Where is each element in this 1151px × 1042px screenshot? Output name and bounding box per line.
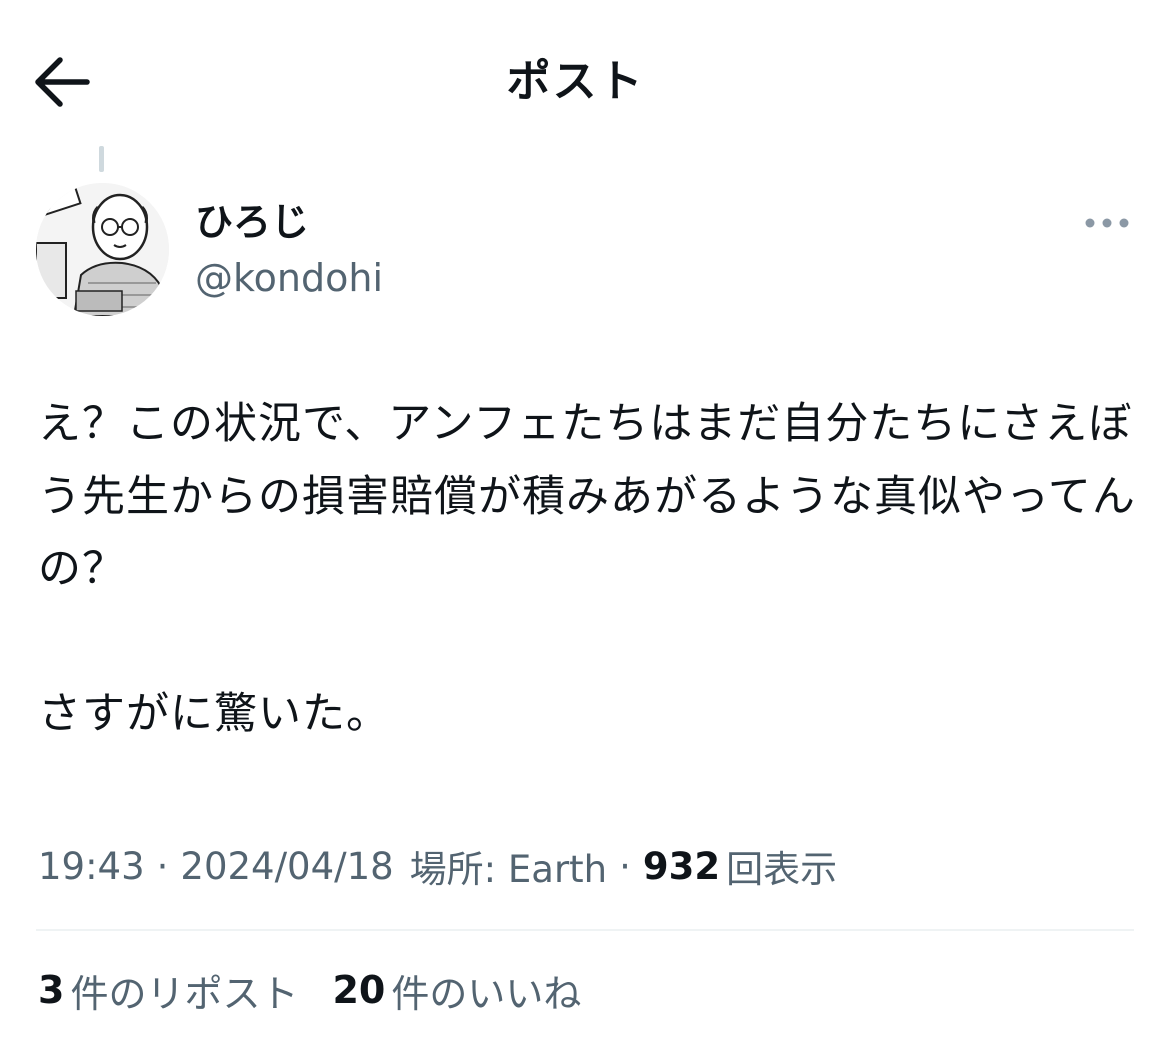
likes-label: 件のいいね [391, 971, 582, 1016]
likes-stat[interactable]: 20 件のいいね [332, 963, 581, 1018]
post-date[interactable]: 2024/04/18 [180, 845, 393, 888]
reposts-stat[interactable]: 3 件のリポスト [38, 963, 298, 1018]
thread-connector-line [99, 146, 104, 172]
author-display-name[interactable]: ひろじ [195, 196, 309, 248]
post-time[interactable]: 19:43 [38, 845, 145, 888]
more-options-button[interactable] [1082, 206, 1132, 240]
post-location: 場所: Earth [409, 848, 608, 891]
likes-count: 20 [332, 968, 386, 1012]
reposts-count: 3 [38, 968, 65, 1012]
post-text: え？この状況で、アンフェたちはまだ自分たちにさえぼう先生からの損害賠償が積みあが… [38, 399, 1136, 739]
author-handle[interactable]: @kondohi [195, 252, 383, 304]
engagement-stats: 3 件のリポスト 20 件のいいね [38, 962, 581, 1018]
avatar[interactable] [36, 183, 169, 316]
top-bar: ポスト [0, 0, 1151, 150]
meta-separator: · [619, 844, 631, 888]
views-count: 932 [642, 844, 721, 888]
post-meta: 19:43 · 2024/04/18 場所: Earth · 932 回表示 [38, 840, 837, 892]
meta-separator: · [156, 844, 169, 888]
page-title: ポスト [506, 56, 645, 107]
reposts-label: 件のリポスト [70, 971, 299, 1016]
divider [36, 929, 1134, 931]
more-dots-icon [1082, 206, 1132, 240]
views-label: 回表示 [726, 848, 838, 891]
